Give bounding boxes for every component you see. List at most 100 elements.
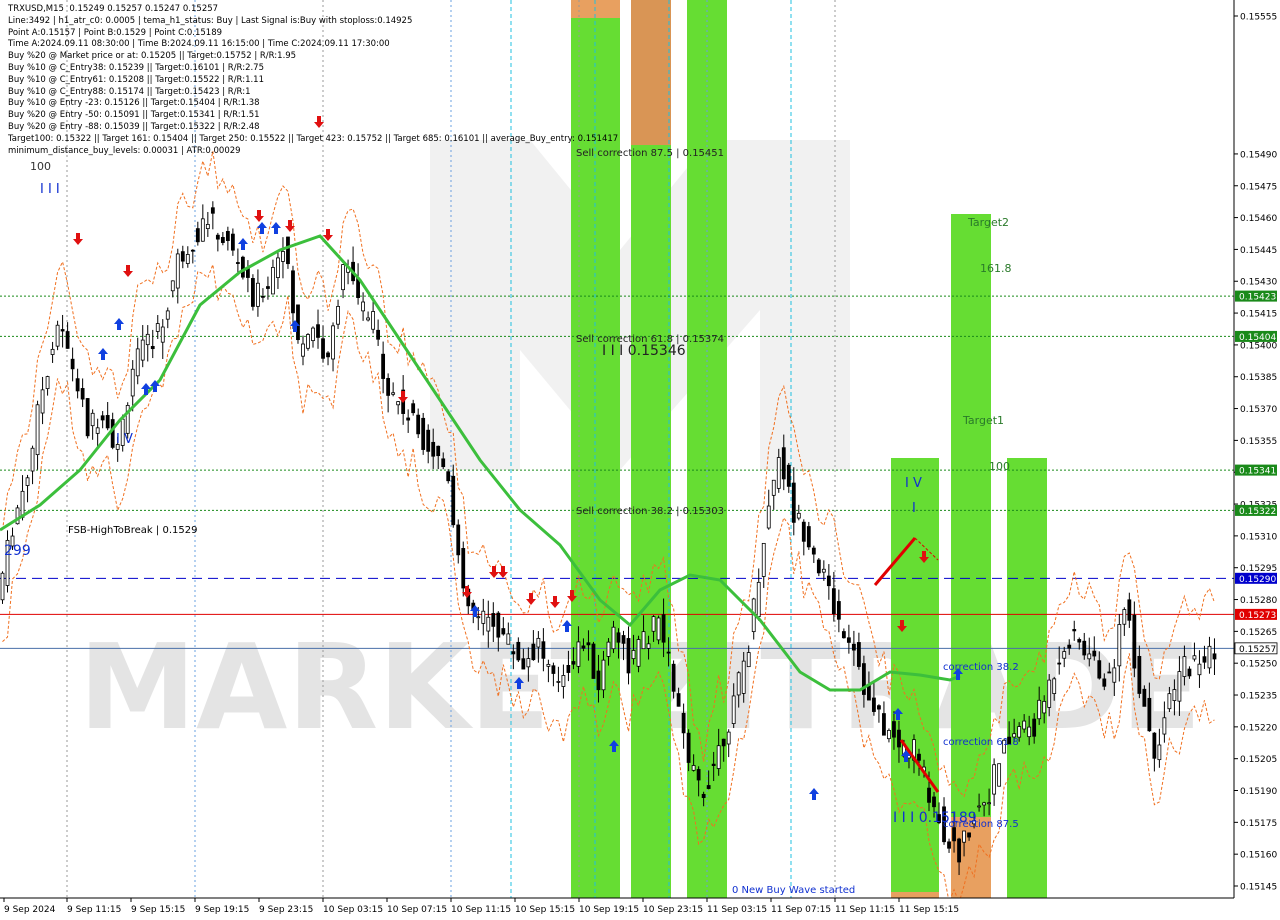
candle-body xyxy=(997,763,1002,787)
candle-body xyxy=(656,617,661,641)
candle-body xyxy=(681,712,686,734)
zone-buy-2 xyxy=(951,214,991,817)
candle-body xyxy=(381,353,386,379)
candle-body xyxy=(65,331,70,349)
candle-body xyxy=(266,286,270,289)
candle-body xyxy=(261,295,265,298)
y-tick-label: 0.15280 xyxy=(1240,596,1277,606)
buy-arrow-icon xyxy=(114,318,124,330)
candle-body xyxy=(867,684,871,701)
candle-body xyxy=(205,224,210,230)
info-line: TRXUSD,M15 0.15249 0.15257 0.15247 0.152… xyxy=(8,4,219,14)
candle-body xyxy=(306,334,310,349)
candle-body xyxy=(446,471,451,482)
candle-body xyxy=(846,637,851,643)
candle-body xyxy=(70,358,75,370)
sell-corr-382-label: Sell correction 38.2 | 0.15303 xyxy=(576,506,724,517)
candle-body xyxy=(456,524,461,556)
candle-body xyxy=(1072,629,1077,632)
candle-body xyxy=(90,412,95,427)
x-tick-label: 10 Sep 07:15 xyxy=(387,905,447,915)
candle-body xyxy=(75,378,80,392)
candle-body xyxy=(947,841,951,849)
candle-body xyxy=(511,651,516,655)
candle-body xyxy=(932,796,936,808)
candle-body xyxy=(541,641,546,659)
candle-body xyxy=(240,256,245,278)
candle-body xyxy=(771,479,776,496)
candle-body xyxy=(892,721,896,738)
y-tick-label: 0.15205 xyxy=(1240,755,1277,765)
candle-body xyxy=(721,738,726,747)
candle-body xyxy=(321,338,325,359)
info-line: Buy %10 @ C_Entry61: 0.15208 || Target:0… xyxy=(8,74,264,85)
zone-sell-2 xyxy=(631,145,671,898)
buy-arrow-icon xyxy=(141,383,151,395)
y-tick-label: 0.15145 xyxy=(1240,883,1277,893)
candle-body xyxy=(1122,609,1127,625)
x-tick-label: 10 Sep 11:15 xyxy=(451,905,511,915)
t1618-label: 161.8 xyxy=(980,262,1012,275)
candle-body xyxy=(831,588,836,615)
candle-body xyxy=(776,457,781,489)
candle-body xyxy=(40,389,45,414)
candle-body xyxy=(60,329,65,332)
x-tick-label: 9 Sep 23:15 xyxy=(259,905,313,915)
sell-arrow-icon xyxy=(550,596,560,608)
candle-body xyxy=(851,643,856,651)
candle-body xyxy=(726,731,731,745)
candle-body xyxy=(1022,720,1027,730)
candle-body xyxy=(746,652,751,668)
candle-body xyxy=(877,705,881,710)
candle-body xyxy=(736,672,741,696)
y-tick-label: 0.15310 xyxy=(1240,532,1277,542)
candle-body xyxy=(516,641,521,661)
candle-body xyxy=(145,333,150,346)
candle-body xyxy=(816,559,821,574)
candle-body xyxy=(546,663,551,667)
candle-body xyxy=(80,388,85,400)
x-tick-label: 11 Sep 11:15 xyxy=(835,905,895,915)
info-line: Time A:2024.09.11 08:30:00 | Time B:2024… xyxy=(8,39,390,50)
candle-body xyxy=(741,660,746,694)
candle-body xyxy=(967,832,971,838)
candle-body xyxy=(296,304,300,341)
buy-arrow-icon xyxy=(257,222,267,234)
candle-body xyxy=(606,641,611,657)
candle-body xyxy=(1067,644,1072,649)
candle-body xyxy=(666,651,671,654)
candle-body xyxy=(826,575,831,587)
sell-mid-label: I I I 0.15346 xyxy=(602,343,686,359)
candle-body xyxy=(596,670,601,691)
y-tick-label: 0.15415 xyxy=(1240,310,1277,320)
candle-body xyxy=(1102,678,1107,687)
candle-body xyxy=(641,631,646,650)
zone-sell-top-orange xyxy=(631,0,671,145)
candle-body xyxy=(256,282,260,307)
candle-body xyxy=(987,802,992,805)
sell-arrow-icon xyxy=(489,566,499,578)
candle-body xyxy=(496,612,501,638)
info-line: Buy %20 @ Market price or at: 0.15205 ||… xyxy=(8,51,297,62)
candle-body xyxy=(210,207,215,214)
wave-100-label: 100 xyxy=(30,160,51,173)
candle-body xyxy=(651,616,656,632)
candle-body xyxy=(786,464,791,487)
info-line: Line:3492 | h1_atr_c0: 0.0005 | tema_h1_… xyxy=(8,15,413,26)
new-wave-label: 0 New Buy Wave started xyxy=(732,885,855,896)
candle-body xyxy=(691,765,696,771)
candle-body xyxy=(170,280,175,292)
y-tick-label: 0.15295 xyxy=(1240,564,1277,574)
candle-body xyxy=(917,753,921,761)
sell-arrow-icon xyxy=(123,265,133,277)
candle-body xyxy=(361,301,365,312)
y-tick-label: 0.15430 xyxy=(1240,278,1277,288)
candle-body xyxy=(30,447,35,472)
wave-i-right-label: I xyxy=(912,501,916,516)
candle-body xyxy=(621,635,626,644)
candle-body xyxy=(731,695,736,724)
candle-body xyxy=(856,642,861,667)
candle-body xyxy=(286,236,290,265)
x-tick-label: 11 Sep 15:15 xyxy=(899,905,959,915)
candle-body xyxy=(110,419,115,448)
